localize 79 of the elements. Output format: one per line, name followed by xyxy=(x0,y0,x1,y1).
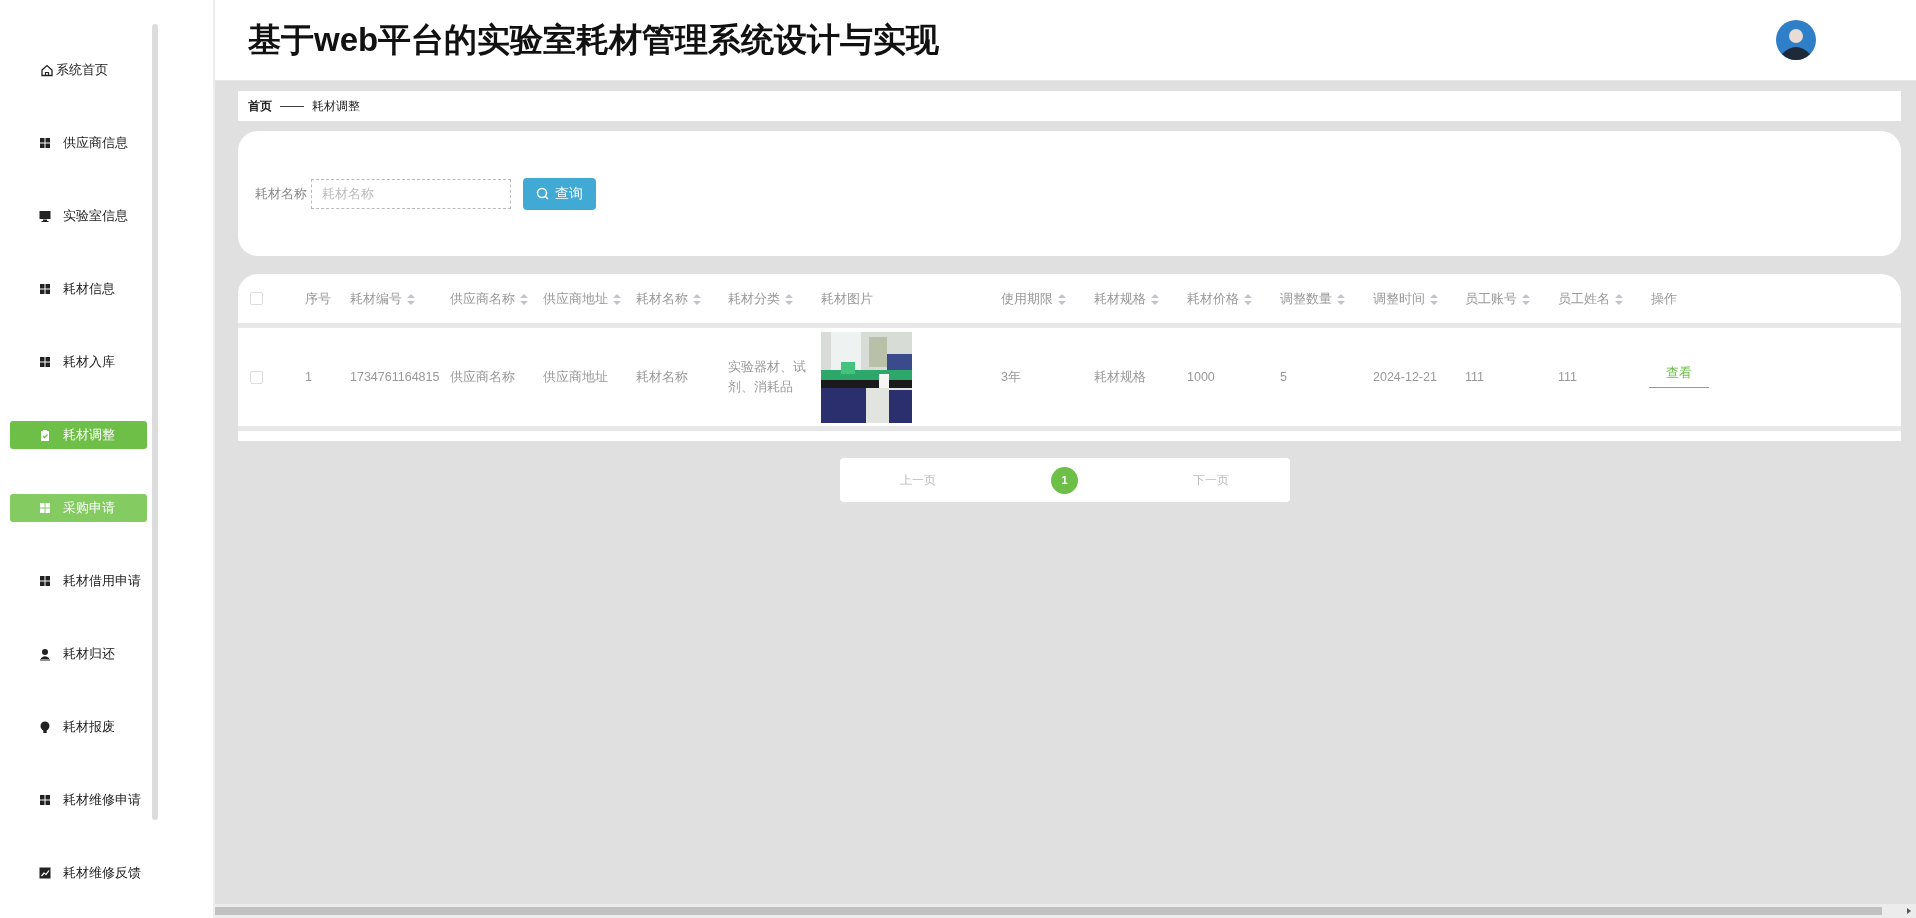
checkbox[interactable] xyxy=(250,370,263,384)
sidebar-item[interactable]: 采购申请 xyxy=(10,494,147,522)
sort-icon[interactable] xyxy=(1058,293,1066,305)
sort-icon[interactable] xyxy=(1615,293,1623,305)
scrollbar[interactable] xyxy=(215,904,1916,918)
column-header[interactable]: 供应商名称 xyxy=(450,288,543,309)
column-header[interactable]: 耗材规格 xyxy=(1094,288,1187,309)
avatar[interactable] xyxy=(1776,20,1816,60)
sort-icon[interactable] xyxy=(613,293,621,305)
sort-icon[interactable] xyxy=(693,293,701,305)
table-cell-text: 1 xyxy=(305,369,313,386)
sidebar-item[interactable]: 耗材信息 xyxy=(10,275,147,303)
column-header[interactable]: 员工账号 xyxy=(1465,288,1558,309)
app-title: 基于web平台的实验室耗材管理系统设计与实现 xyxy=(248,19,940,60)
sort-icon[interactable] xyxy=(1430,293,1438,305)
grid-icon xyxy=(38,282,52,296)
sort-icon[interactable] xyxy=(520,293,528,305)
sidebar-item[interactable]: 实验室信息 xyxy=(10,202,147,230)
scrollbar[interactable] xyxy=(152,24,158,820)
checkbox[interactable] xyxy=(250,292,263,305)
page-button[interactable]: 1 xyxy=(1051,466,1078,494)
grid-icon xyxy=(38,501,52,515)
column-header: 操作 xyxy=(1651,290,1678,308)
sort-icon[interactable] xyxy=(407,293,415,305)
table-cell-text: 5 xyxy=(1280,369,1288,386)
breadcrumb-current: 耗材调整 xyxy=(312,97,360,115)
sidebar-item[interactable]: 耗材报废 xyxy=(10,713,147,741)
sidebar-item[interactable]: 系统首页 xyxy=(10,56,147,84)
column-header[interactable]: 耗材名称 xyxy=(636,288,728,309)
table-cell-text: 供应商地址 xyxy=(543,369,609,386)
chart-icon xyxy=(38,866,52,880)
home-icon xyxy=(40,63,54,77)
sidebar-item[interactable]: 耗材维修反馈 xyxy=(10,859,147,887)
sort-icon[interactable] xyxy=(1522,293,1530,305)
person-icon xyxy=(38,647,52,661)
column-header[interactable]: 使用期限 xyxy=(1001,288,1094,309)
sidebar-item[interactable]: 耗材入库 xyxy=(10,348,147,376)
table-cell-text: 3年 xyxy=(1001,369,1022,386)
search-field[interactable]: 耗材名称 xyxy=(311,178,511,209)
sort-icon[interactable] xyxy=(1244,293,1252,305)
sidebar-item[interactable]: 耗材借用申请 xyxy=(10,567,147,595)
bulb-icon xyxy=(38,720,52,734)
grid-icon xyxy=(38,355,52,369)
table-cell-text: 1734761164815 xyxy=(350,369,441,386)
grid-icon xyxy=(38,793,52,807)
table-cell-text: 耗材名称 xyxy=(636,369,689,386)
sidebar-item[interactable]: 耗材归还 xyxy=(10,640,147,668)
table-cell-text: 111 xyxy=(1465,369,1485,386)
column-header[interactable]: 耗材分类 xyxy=(728,288,821,309)
grid-icon xyxy=(38,574,52,588)
table-cell-text: 供应商名称 xyxy=(450,369,516,386)
field-label: 耗材名称 xyxy=(255,184,307,203)
sort-icon[interactable] xyxy=(1337,293,1345,305)
sidebar-item[interactable]: 供应商信息 xyxy=(10,129,147,157)
breadcrumb-link[interactable]: 首页 xyxy=(248,97,272,115)
sort-icon[interactable] xyxy=(1151,293,1159,305)
sort-icon[interactable] xyxy=(785,293,793,305)
column-header[interactable]: 耗材编号 xyxy=(350,288,450,309)
column-header[interactable]: 调整数量 xyxy=(1280,288,1373,309)
column-header: 序号 xyxy=(305,290,332,308)
search-button[interactable]: 查询 xyxy=(523,177,596,210)
table-cell-text: 耗材规格 xyxy=(1094,369,1147,386)
column-header[interactable]: 耗材价格 xyxy=(1187,288,1280,309)
breadcrumb-separator: —— xyxy=(280,99,304,113)
grid-icon xyxy=(38,136,52,150)
column-header: 耗材图片 xyxy=(821,290,874,308)
monitor-icon xyxy=(38,209,52,223)
sidebar-item[interactable]: 耗材维修申请 xyxy=(10,786,147,814)
column-header[interactable]: 员工姓名 xyxy=(1558,288,1651,309)
sidebar-item[interactable]: 耗材调整 xyxy=(10,421,147,449)
column-header[interactable]: 调整时间 xyxy=(1373,288,1465,309)
clipboard-icon xyxy=(38,428,52,442)
column-header[interactable]: 供应商地址 xyxy=(543,288,636,309)
search-icon xyxy=(536,187,549,200)
table-cell-text: 1000 xyxy=(1187,369,1216,386)
view-link[interactable]: 查看 xyxy=(1649,359,1709,388)
table-cell-text: 实验器材、试剂、消耗品 xyxy=(728,359,807,396)
table-cell-text: 2024-12-21 xyxy=(1373,369,1438,386)
table-cell-text: 111 xyxy=(1558,369,1578,386)
